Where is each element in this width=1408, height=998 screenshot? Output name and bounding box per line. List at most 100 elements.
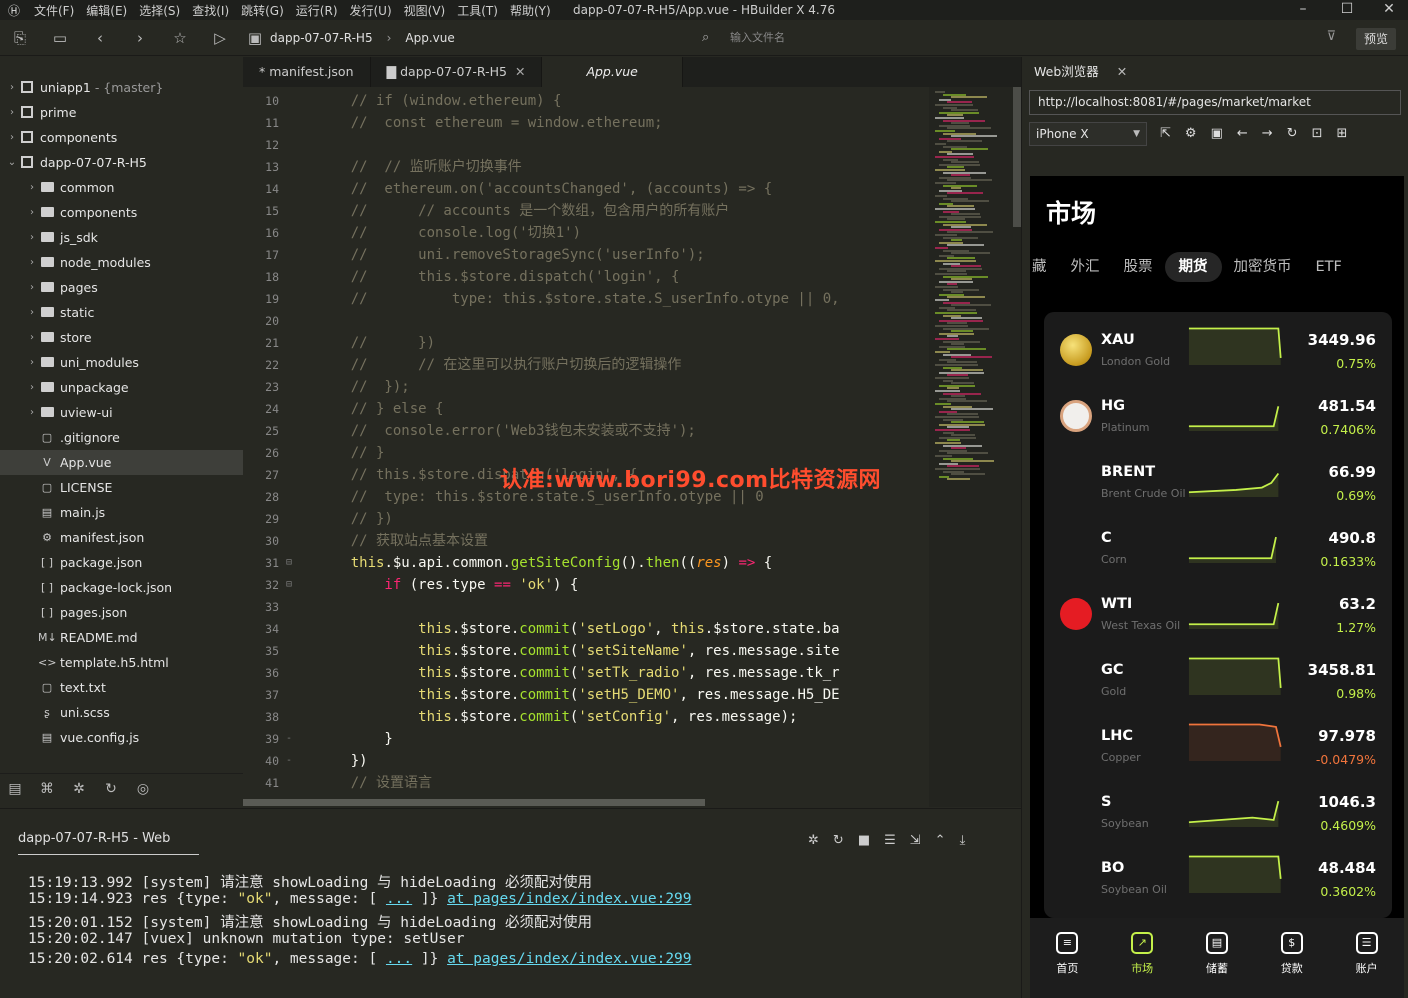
- devtools-icon[interactable]: ▣: [1211, 126, 1223, 141]
- fold-marker[interactable]: [279, 266, 299, 288]
- code-line[interactable]: 17 // uni.removeStorageSync('userInfo');: [243, 244, 929, 266]
- market-row[interactable]: BO Soybean Oil 48.484 0.3602%: [1044, 840, 1392, 906]
- code-line[interactable]: 23 // });: [243, 376, 929, 398]
- fold-marker[interactable]: [279, 222, 299, 244]
- code-line[interactable]: 32 ⊟ if (res.type == 'ok') {: [243, 574, 929, 596]
- source-link[interactable]: at pages/index/index.vue:299: [447, 951, 691, 967]
- chevron-icon[interactable]: ›: [26, 332, 38, 343]
- restart-icon[interactable]: ↻: [833, 833, 844, 848]
- tree-item[interactable]: › node_modules: [0, 250, 243, 275]
- tree-item[interactable]: V App.vue: [0, 450, 243, 475]
- menu-item[interactable]: 发行(U): [344, 2, 398, 19]
- stop-icon[interactable]: ■: [858, 833, 870, 848]
- file-search-input[interactable]: ⌕ 输入文件名: [700, 28, 920, 48]
- tree-item[interactable]: [ ] package.json: [0, 550, 243, 575]
- tree-item[interactable]: ⚙ manifest.json: [0, 525, 243, 550]
- fold-marker[interactable]: [279, 398, 299, 420]
- code-line[interactable]: 10 // if (window.ethereum) {: [243, 90, 929, 112]
- market-row[interactable]: HG Platinum 481.54 0.7406%: [1044, 378, 1392, 444]
- category-tab[interactable]: 加密货币: [1222, 252, 1304, 282]
- fold-marker[interactable]: -: [279, 750, 299, 772]
- tabbar-item-2[interactable]: ↗ 市场: [1105, 918, 1180, 998]
- code-line[interactable]: 29 // }): [243, 508, 929, 530]
- code-line[interactable]: 26 // }: [243, 442, 929, 464]
- fold-marker[interactable]: [279, 684, 299, 706]
- chevron-icon[interactable]: ›: [26, 357, 38, 368]
- toggle-sidebar-icon[interactable]: ⎘: [0, 29, 40, 47]
- console-tab[interactable]: dapp-07-07-R-H5 - Web: [18, 831, 199, 855]
- fold-marker[interactable]: [279, 420, 299, 442]
- fold-marker[interactable]: [279, 112, 299, 134]
- fold-marker[interactable]: [279, 596, 299, 618]
- market-row[interactable]: LHC Copper 97.978 -0.0479%: [1044, 708, 1392, 774]
- forward-icon[interactable]: →: [1262, 126, 1273, 141]
- tree-item[interactable]: [ ] package-lock.json: [0, 575, 243, 600]
- fold-marker[interactable]: [279, 464, 299, 486]
- collapse-icon[interactable]: ⌃: [935, 833, 946, 848]
- expand-link[interactable]: ...: [386, 951, 412, 967]
- code-line[interactable]: 12: [243, 134, 929, 156]
- fold-marker[interactable]: [279, 134, 299, 156]
- clear-icon[interactable]: ☰: [884, 833, 896, 848]
- close-icon[interactable]: ✕: [515, 64, 525, 79]
- forward-icon[interactable]: ›: [120, 29, 160, 47]
- code-editor[interactable]: 10 // if (window.ethereum) {11 // const …: [243, 87, 929, 795]
- fold-marker[interactable]: [279, 706, 299, 728]
- fold-marker[interactable]: ⊟: [279, 552, 299, 574]
- tree-item[interactable]: › uniapp1- {master}: [0, 75, 243, 100]
- chevron-icon[interactable]: ›: [26, 232, 38, 243]
- maximize-button[interactable]: ☐: [1326, 0, 1368, 20]
- market-row[interactable]: BRENT Brent Crude Oil 66.99 0.69%: [1044, 444, 1392, 510]
- code-line[interactable]: 39- }: [243, 728, 929, 750]
- tree-item[interactable]: › static: [0, 300, 243, 325]
- fold-marker[interactable]: [279, 486, 299, 508]
- code-line[interactable]: 13 // // 监听账户切换事件: [243, 156, 929, 178]
- category-tab[interactable]: 股票: [1112, 252, 1165, 282]
- fold-marker[interactable]: [279, 508, 299, 530]
- tree-item[interactable]: › components: [0, 200, 243, 225]
- chevron-icon[interactable]: ›: [26, 307, 38, 318]
- menu-item[interactable]: 运行(R): [290, 2, 344, 19]
- editor-tab[interactable]: ▇ dapp-07-07-R-H5 ✕: [371, 57, 543, 87]
- tree-item[interactable]: › components: [0, 125, 243, 150]
- fold-marker[interactable]: [279, 640, 299, 662]
- back-icon[interactable]: ‹: [80, 29, 120, 47]
- code-line[interactable]: 24 // } else {: [243, 398, 929, 420]
- menu-item[interactable]: 跳转(G): [235, 2, 290, 19]
- tree-item[interactable]: ▢ text.txt: [0, 675, 243, 700]
- menu-item[interactable]: 查找(I): [186, 2, 235, 19]
- chevron-icon[interactable]: ›: [26, 182, 38, 193]
- minimize-button[interactable]: –: [1282, 0, 1324, 20]
- menu-item[interactable]: 帮助(Y): [504, 2, 557, 19]
- save-icon[interactable]: ▭: [40, 29, 80, 47]
- scroll-lock-icon[interactable]: ⤓: [960, 833, 966, 848]
- close-icon[interactable]: ✕: [1117, 64, 1127, 79]
- editor-tab[interactable]: * manifest.json: [243, 57, 371, 87]
- open-external-icon[interactable]: ⇱: [1160, 126, 1171, 141]
- tree-item[interactable]: › prime: [0, 100, 243, 125]
- fold-marker[interactable]: [279, 662, 299, 684]
- fold-marker[interactable]: [279, 376, 299, 398]
- scrollbar-thumb[interactable]: [243, 799, 705, 806]
- close-button[interactable]: ✕: [1368, 0, 1408, 20]
- web-icon[interactable]: ◎: [134, 781, 152, 797]
- code-line[interactable]: 41 // 设置语言: [243, 772, 929, 794]
- tree-item[interactable]: <> template.h5.html: [0, 650, 243, 675]
- tabbar-item-5[interactable]: ☰ 账户: [1329, 918, 1404, 998]
- bug-icon[interactable]: ✲: [808, 833, 819, 848]
- chevron-icon[interactable]: ›: [6, 107, 18, 118]
- expand-link[interactable]: ...: [386, 891, 412, 907]
- code-line[interactable]: 37 this.$store.commit('setH5_DEMO', res.…: [243, 684, 929, 706]
- code-line[interactable]: 11 // const ethereum = window.ethereum;: [243, 112, 929, 134]
- market-row[interactable]: C Corn 490.8 0.1633%: [1044, 510, 1392, 576]
- category-tab[interactable]: ETF: [1304, 252, 1354, 282]
- tree-item[interactable]: › common: [0, 175, 243, 200]
- fold-marker[interactable]: [279, 772, 299, 794]
- code-line[interactable]: 31 ⊟ this.$u.api.common.getSiteConfig().t…: [243, 552, 929, 574]
- preview-button[interactable]: 预览: [1356, 28, 1396, 50]
- code-line[interactable]: 36 this.$store.commit('setTk_radio', res…: [243, 662, 929, 684]
- tree-item[interactable]: › store: [0, 325, 243, 350]
- tree-item[interactable]: ▢ .gitignore: [0, 425, 243, 450]
- run-icon[interactable]: ▷: [200, 29, 240, 47]
- code-line[interactable]: 30 // 获取站点基本设置: [243, 530, 929, 552]
